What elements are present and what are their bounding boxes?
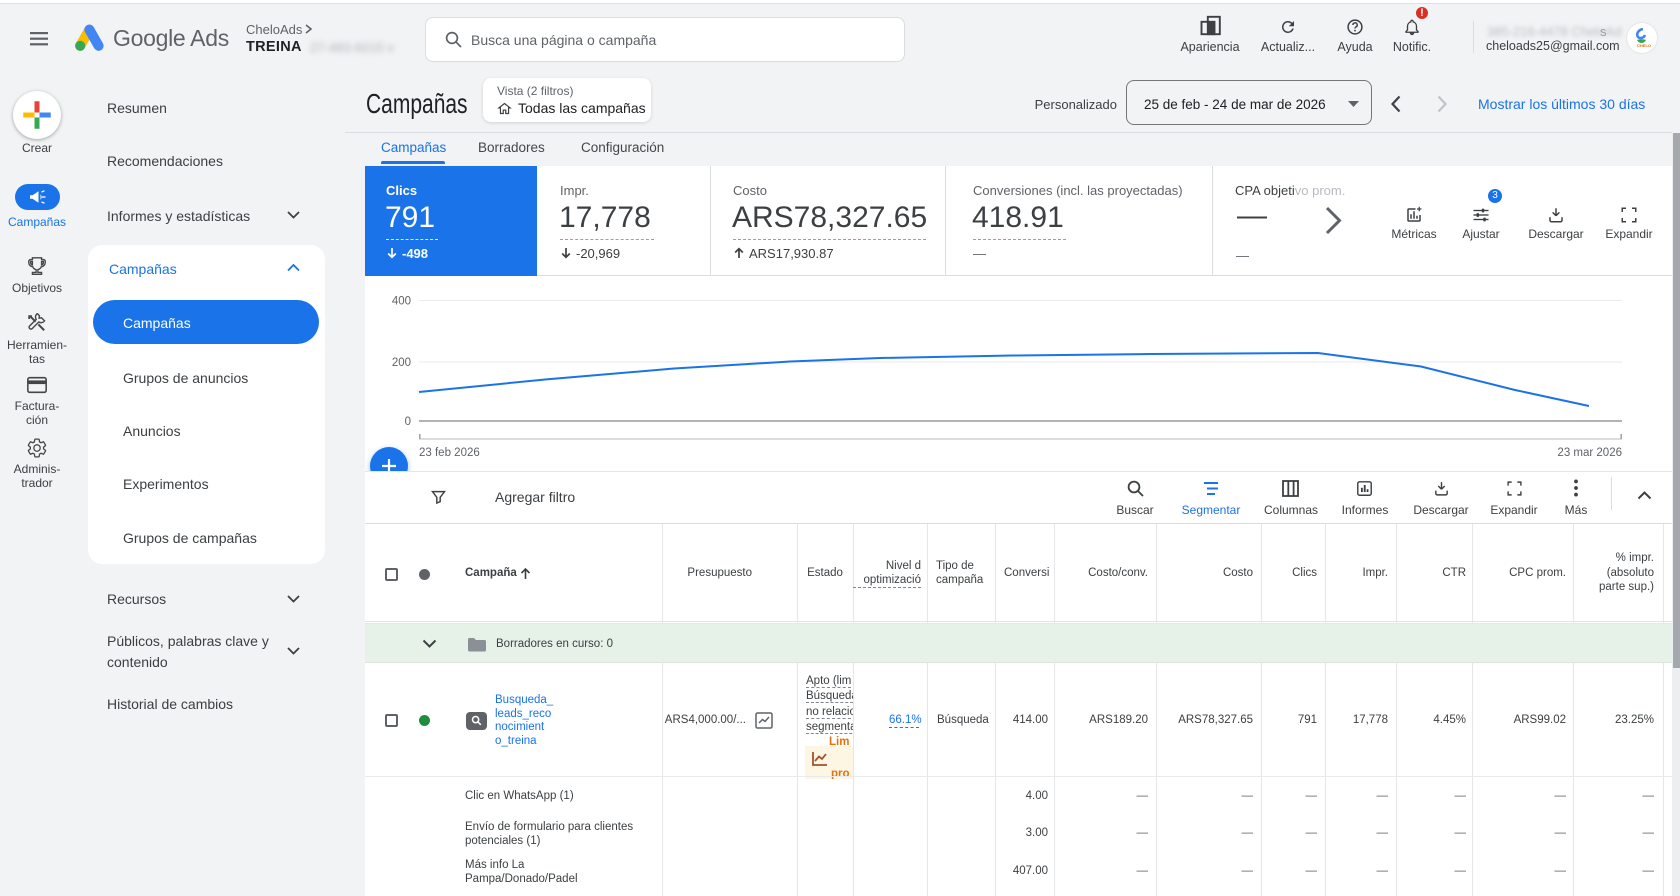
- svg-text:0: 0: [405, 416, 411, 428]
- svg-text:200: 200: [392, 357, 411, 369]
- svg-text:400: 400: [392, 296, 411, 308]
- svg-text:23 feb 2026: 23 feb 2026: [419, 447, 480, 459]
- svg-text:23 mar 2026: 23 mar 2026: [1557, 447, 1622, 459]
- svg-text:CHELO: CHELO: [1637, 43, 1651, 48]
